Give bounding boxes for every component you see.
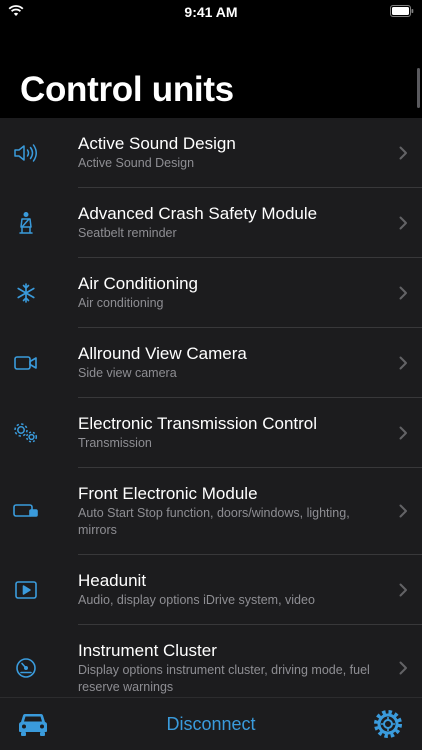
item-title: Active Sound Design — [78, 133, 236, 153]
video-camera-icon — [12, 349, 40, 377]
chevron-right-icon — [399, 356, 407, 369]
item-subtitle: Active Sound Design — [78, 155, 195, 170]
item-title: Instrument Cluster — [78, 640, 217, 660]
item-subtitle: Air conditioning — [78, 295, 164, 310]
item-subtitle: Audio, display options iDrive system, vi… — [78, 592, 315, 607]
list-item[interactable]: Allround View Camera Side view camera — [14, 328, 422, 398]
list-item[interactable]: Front Electronic Module Auto Start Stop … — [13, 468, 422, 555]
list-item[interactable]: Active Sound Design Active Sound Design — [14, 118, 422, 188]
list-item[interactable]: Headunit Audio, display options iDrive s… — [15, 555, 422, 625]
play-screen-icon — [12, 576, 40, 604]
status-time: 9:41 AM — [184, 4, 238, 20]
wifi-icon — [8, 5, 24, 16]
gauge-icon — [12, 654, 40, 682]
item-title: Advanced Crash Safety Module — [78, 203, 318, 223]
item-title: Front Electronic Module — [78, 483, 258, 503]
snowflake-icon — [12, 279, 40, 307]
list-item[interactable]: Air Conditioning Air conditioning — [17, 258, 422, 328]
item-subtitle: Seatbelt reminder — [78, 225, 177, 240]
car-icon[interactable] — [19, 711, 47, 737]
chevron-right-icon — [399, 146, 407, 159]
status-bar: 9:41 AM — [0, 0, 422, 24]
page-title: Control units — [20, 70, 234, 109]
list-item[interactable]: Advanced Crash Safety Module Seatbelt re… — [19, 188, 422, 258]
battery-icon — [390, 5, 414, 17]
chevron-right-icon — [399, 426, 407, 439]
item-title: Allround View Camera — [78, 343, 247, 363]
tab-bar: Disconnect — [0, 697, 422, 750]
list-item[interactable]: Electronic Transmission Control Transmis… — [14, 398, 422, 468]
item-title: Electronic Transmission Control — [78, 413, 318, 433]
item-title: Headunit — [78, 570, 147, 590]
chevron-right-icon — [399, 216, 407, 229]
item-subtitle: Side view camera — [78, 365, 177, 380]
item-subtitle: Transmission — [78, 435, 152, 450]
chevron-right-icon — [399, 583, 407, 596]
gear-icon[interactable] — [374, 710, 402, 738]
list-item[interactable]: Instrument Cluster Display options instr… — [16, 625, 422, 698]
scroll-indicator[interactable] — [417, 68, 420, 108]
seatbelt-icon — [12, 209, 40, 237]
control-units-list[interactable]: Active Sound Design Active Sound Design … — [0, 118, 422, 698]
screen: 9:41 AM Control units Active Sound Desig… — [0, 0, 422, 750]
disconnect-button[interactable]: Disconnect — [166, 714, 255, 735]
item-subtitle: Display options instrument cluster, driv… — [78, 662, 370, 694]
chevron-right-icon — [399, 504, 407, 518]
item-title: Air Conditioning — [78, 273, 199, 293]
module-icon — [12, 497, 40, 525]
item-subtitle: Auto Start Stop function, doors/windows,… — [78, 505, 350, 537]
gears-icon — [12, 419, 40, 447]
chevron-right-icon — [399, 286, 407, 299]
chevron-right-icon — [399, 661, 407, 675]
speaker-icon — [12, 139, 40, 167]
